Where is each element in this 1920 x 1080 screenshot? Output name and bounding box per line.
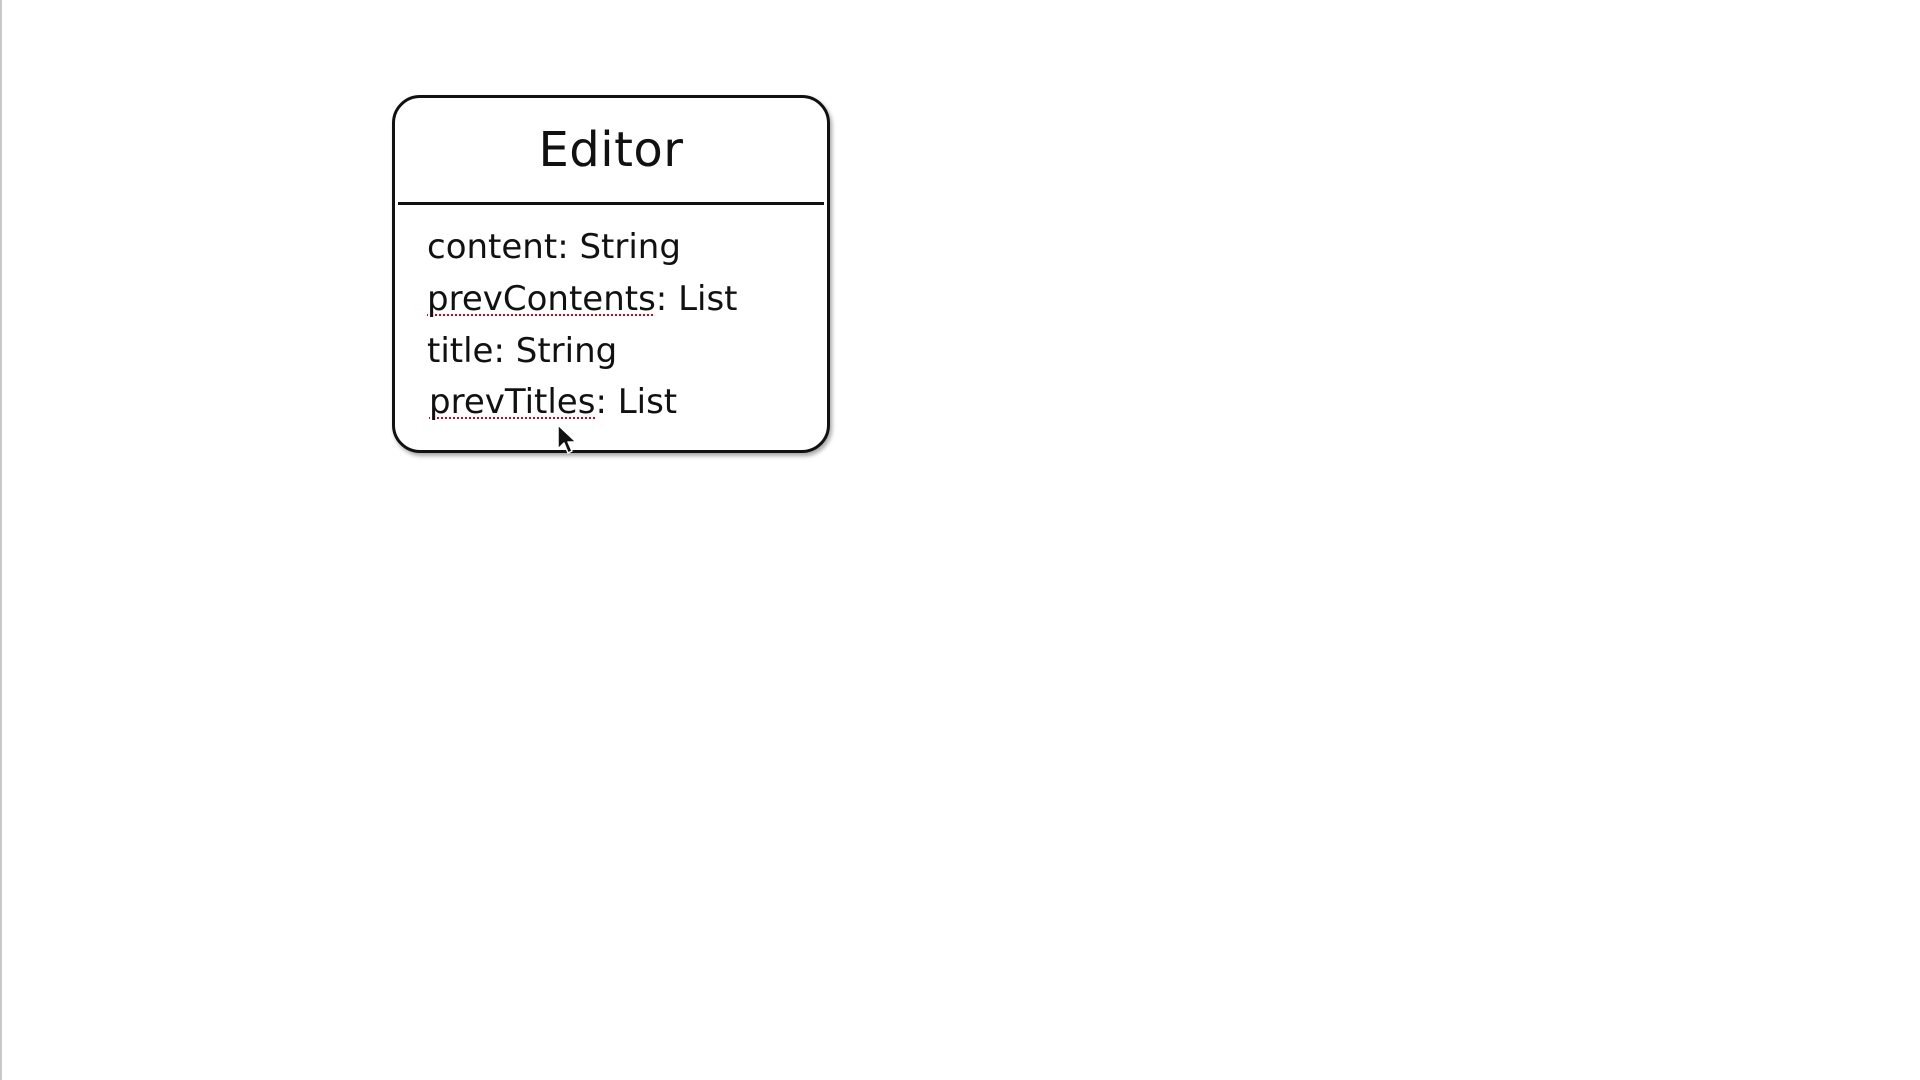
canvas-left-border: [0, 0, 2, 1080]
attribute-separator: :: [595, 382, 618, 422]
attribute-separator: :: [655, 279, 679, 319]
attribute-type: List: [617, 382, 678, 422]
attribute-name: prevContents: [427, 279, 656, 319]
attribute-type: String: [579, 227, 681, 267]
mouse-pointer-icon: [557, 424, 577, 454]
attribute-type: String: [515, 331, 618, 371]
class-divider: [398, 202, 824, 205]
slide-canvas: Editor content: String prevContents: Lis…: [0, 0, 1920, 1080]
class-name[interactable]: Editor: [395, 98, 827, 202]
attribute-row[interactable]: prevContents: List: [427, 274, 817, 326]
attribute-name: content: [427, 227, 558, 267]
attribute-name: title: [427, 331, 494, 371]
attribute-row[interactable]: content: String: [427, 222, 817, 274]
attribute-row[interactable]: title: String: [427, 326, 817, 378]
attribute-list[interactable]: content: String prevContents: List title…: [427, 222, 817, 426]
attribute-name: prevTitles: [429, 382, 596, 422]
attribute-separator: :: [493, 331, 516, 371]
uml-class-box[interactable]: Editor content: String prevContents: Lis…: [392, 95, 830, 453]
attribute-type: List: [678, 279, 738, 319]
attribute-separator: :: [557, 227, 580, 267]
attribute-row[interactable]: prevTitles: List: [429, 378, 817, 426]
